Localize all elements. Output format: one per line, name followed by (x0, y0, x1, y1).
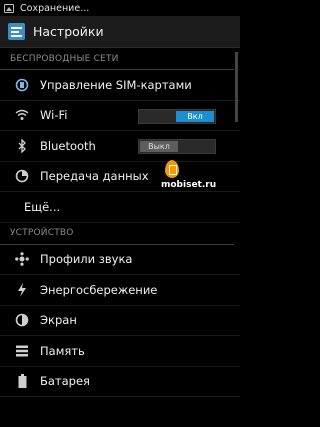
item-label: Экран (40, 313, 77, 328)
item-label: Wi-Fi (40, 108, 68, 123)
bluetooth-icon (14, 138, 30, 154)
storage-icon (14, 343, 30, 359)
wifi-toggle-state: Вкл (176, 110, 214, 122)
data-usage-icon (14, 168, 30, 184)
settings-item-wifi[interactable]: Wi-Fi Вкл (0, 101, 240, 131)
settings-item-more[interactable]: Ещё... (0, 192, 240, 223)
settings-item-power-saving[interactable]: Энергосбережение (0, 275, 240, 306)
power-saving-icon (14, 282, 30, 298)
item-label: Профили звука (40, 252, 133, 267)
item-label: Bluetooth (40, 138, 96, 153)
watermark-text: mobiset.ru (161, 180, 217, 190)
section-header-wireless: БЕСПРОВОДНЫЕ СЕТИ (0, 48, 234, 70)
settings-list[interactable]: БЕСПРОВОДНЫЕ СЕТИ Управление SIM-картами… (0, 48, 240, 427)
settings-item-sound-profiles[interactable]: Профили звука (0, 245, 240, 275)
mobiset-logo-icon (165, 160, 179, 178)
item-label: Передача данных (40, 169, 149, 184)
page-title: Настройки (33, 24, 104, 39)
sim-icon (14, 77, 30, 93)
item-label: Управление SIM-картами (40, 77, 192, 92)
bluetooth-toggle-state: Выкл (140, 141, 178, 152)
item-label: Батарея (40, 374, 90, 389)
status-text: Сохранение... (20, 2, 90, 14)
image-icon (4, 3, 14, 13)
display-icon (14, 312, 30, 328)
item-label: Энергосбережение (40, 282, 158, 297)
settings-item-storage[interactable]: Память (0, 336, 240, 367)
sound-profile-icon (14, 251, 30, 267)
settings-icon[interactable] (8, 23, 25, 40)
action-bar: Настройки (0, 16, 240, 48)
bluetooth-toggle[interactable]: Выкл (138, 139, 216, 154)
wifi-toggle[interactable]: Вкл (138, 108, 216, 124)
battery-icon (14, 373, 30, 389)
sidebar-item-sim-management[interactable]: Управление SIM-картами (0, 70, 240, 101)
section-header-device: УСТРОЙСТВО (0, 223, 234, 245)
settings-item-battery[interactable]: Батарея (0, 367, 240, 397)
watermark: mobiset.ru (161, 160, 216, 190)
settings-item-bluetooth[interactable]: Bluetooth Выкл (0, 131, 240, 162)
status-bar: Сохранение... (0, 0, 240, 16)
settings-item-display[interactable]: Экран (0, 306, 240, 336)
wifi-icon (14, 107, 30, 123)
scrollbar[interactable] (235, 52, 238, 122)
item-label: Ещё... (24, 199, 61, 214)
item-label: Память (40, 343, 85, 358)
